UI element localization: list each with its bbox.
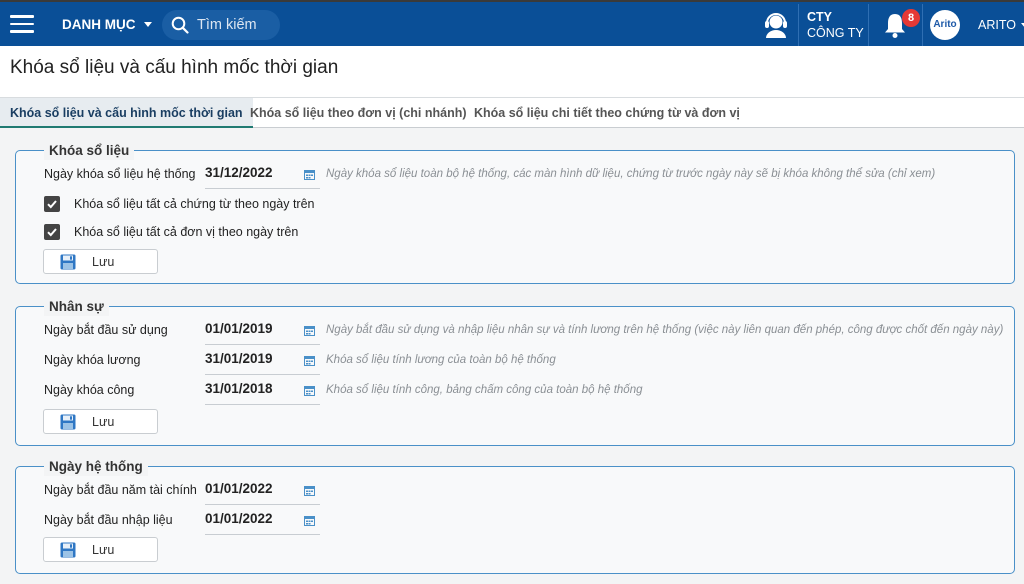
field-label: Ngày bắt đầu năm tài chính	[44, 483, 197, 497]
field-note: Khóa sổ liệu tính công, bảng chấm công c…	[326, 384, 643, 396]
save-button-label: Lưu	[92, 254, 115, 269]
date-field[interactable]	[205, 349, 320, 375]
floppy-disk-icon	[60, 414, 76, 429]
payroll-lock-date-input[interactable]	[205, 351, 301, 366]
field-label: Ngày khóa công	[44, 383, 135, 397]
company-code: CTY	[807, 10, 832, 24]
company-selector[interactable]: CTY CÔNG TY	[807, 9, 864, 41]
field-label: Ngày bắt đầu nhập liệu	[44, 513, 173, 527]
calendar-icon[interactable]	[304, 355, 315, 366]
checkbox-label: Khóa sổ liệu tất cả đơn vị theo ngày trê…	[74, 225, 299, 239]
field-note: Khóa sổ liệu tính lương của toàn bộ hệ t…	[326, 354, 556, 366]
hamburger-menu-icon[interactable]	[10, 15, 34, 33]
save-button[interactable]: Lưu	[43, 409, 158, 434]
search-icon	[171, 16, 189, 34]
section-title: Nhân sự	[44, 298, 109, 316]
date-field[interactable]	[205, 319, 320, 345]
page-title: Khóa sổ liệu và cấu hình mốc thời gian	[10, 57, 339, 78]
lock-all-vouchers-option[interactable]: Khóa sổ liệu tất cả chứng từ theo ngày t…	[44, 194, 315, 214]
date-field[interactable]	[205, 163, 320, 189]
field-label: Ngày khóa sổ liệu hệ thống	[44, 167, 196, 181]
attendance-lock-date-input[interactable]	[205, 381, 301, 396]
calendar-icon[interactable]	[304, 169, 315, 180]
date-field[interactable]	[205, 479, 320, 505]
save-button-label: Lưu	[92, 542, 115, 557]
top-navigation-bar: DANH MỤC CTY CÔNG TY 8 Arito ARITO	[0, 0, 1024, 46]
field-label: Ngày khóa lương	[44, 353, 141, 367]
calendar-icon[interactable]	[304, 485, 315, 496]
notification-count-badge: 8	[902, 9, 920, 27]
hr-section: Nhân sự Ngày bắt đầu sử dụng Ngày bắt đầ…	[15, 298, 1016, 446]
hr-start-date-input[interactable]	[205, 321, 301, 336]
data-entry-start-row: Ngày bắt đầu nhập liệu	[16, 509, 1016, 535]
lock-data-section: Khóa sổ liệu Ngày khóa sổ liệu hệ thống …	[15, 142, 1016, 284]
data-entry-start-input[interactable]	[205, 511, 301, 526]
support-agent-icon[interactable]	[762, 12, 790, 38]
page-header: Khóa sổ liệu và cấu hình mốc thời gian	[0, 46, 1024, 98]
fiscal-year-start-row: Ngày bắt đầu năm tài chính	[16, 479, 1016, 505]
payroll-lock-date-row: Ngày khóa lương Khóa sổ liệu tính lương …	[16, 349, 1016, 375]
user-menu[interactable]: ARITO	[978, 18, 1024, 32]
save-button-label: Lưu	[92, 414, 115, 429]
category-menu-label: DANH MỤC	[62, 17, 136, 32]
calendar-icon[interactable]	[304, 515, 315, 526]
calendar-icon[interactable]	[304, 385, 315, 396]
attendance-lock-date-row: Ngày khóa công Khóa sổ liệu tính công, b…	[16, 379, 1016, 405]
floppy-disk-icon	[60, 542, 76, 557]
checkmark-icon	[47, 200, 57, 209]
system-dates-section: Ngày hệ thống Ngày bắt đầu năm tài chính…	[15, 458, 1016, 574]
topbar-divider	[798, 4, 799, 46]
category-menu-dropdown[interactable]: DANH MỤC	[62, 17, 152, 32]
tab-lock-by-voucher-and-unit[interactable]: Khóa sổ liệu chi tiết theo chứng từ và đ…	[464, 98, 750, 128]
date-field[interactable]	[205, 509, 320, 535]
save-button[interactable]: Lưu	[43, 249, 158, 274]
tab-bar: Khóa sổ liệu và cấu hình mốc thời gian K…	[0, 98, 1024, 128]
topbar-divider	[922, 4, 923, 46]
company-name: CÔNG TY	[807, 26, 864, 40]
field-label: Ngày bắt đầu sử dụng	[44, 323, 168, 337]
date-field[interactable]	[205, 379, 320, 405]
lock-all-vouchers-checkbox[interactable]	[44, 196, 60, 212]
hr-start-date-row: Ngày bắt đầu sử dụng Ngày bắt đầu sử dụn…	[16, 319, 1016, 345]
system-lock-date-row: Ngày khóa sổ liệu hệ thống Ngày khóa sổ …	[16, 163, 1016, 189]
checkbox-label: Khóa sổ liệu tất cả chứng từ theo ngày t…	[74, 197, 315, 211]
section-title: Ngày hệ thống	[44, 458, 148, 476]
search-input[interactable]	[197, 17, 283, 33]
section-title: Khóa sổ liệu	[44, 142, 135, 160]
fiscal-year-start-input[interactable]	[205, 481, 301, 496]
floppy-disk-icon	[60, 254, 76, 269]
field-note: Ngày bắt đầu sử dụng và nhập liệu nhân s…	[326, 324, 1004, 336]
avatar[interactable]: Arito	[930, 10, 960, 40]
tab-lock-and-timeline[interactable]: Khóa sổ liệu và cấu hình mốc thời gian	[0, 98, 253, 128]
user-name: ARITO	[978, 18, 1016, 32]
checkmark-icon	[47, 228, 57, 237]
caret-down-icon	[143, 22, 152, 27]
system-lock-date-input[interactable]	[205, 165, 301, 180]
search-box[interactable]	[162, 10, 283, 40]
field-note: Ngày khóa sổ liệu toàn bộ hệ thống, các …	[326, 168, 936, 180]
topbar-divider	[868, 4, 869, 46]
calendar-icon[interactable]	[304, 325, 315, 336]
save-button[interactable]: Lưu	[43, 537, 158, 562]
tab-lock-by-unit[interactable]: Khóa sổ liệu theo đơn vị (chi nhánh)	[240, 98, 477, 128]
lock-all-units-checkbox[interactable]	[44, 224, 60, 240]
lock-all-units-option[interactable]: Khóa sổ liệu tất cả đơn vị theo ngày trê…	[44, 222, 298, 242]
